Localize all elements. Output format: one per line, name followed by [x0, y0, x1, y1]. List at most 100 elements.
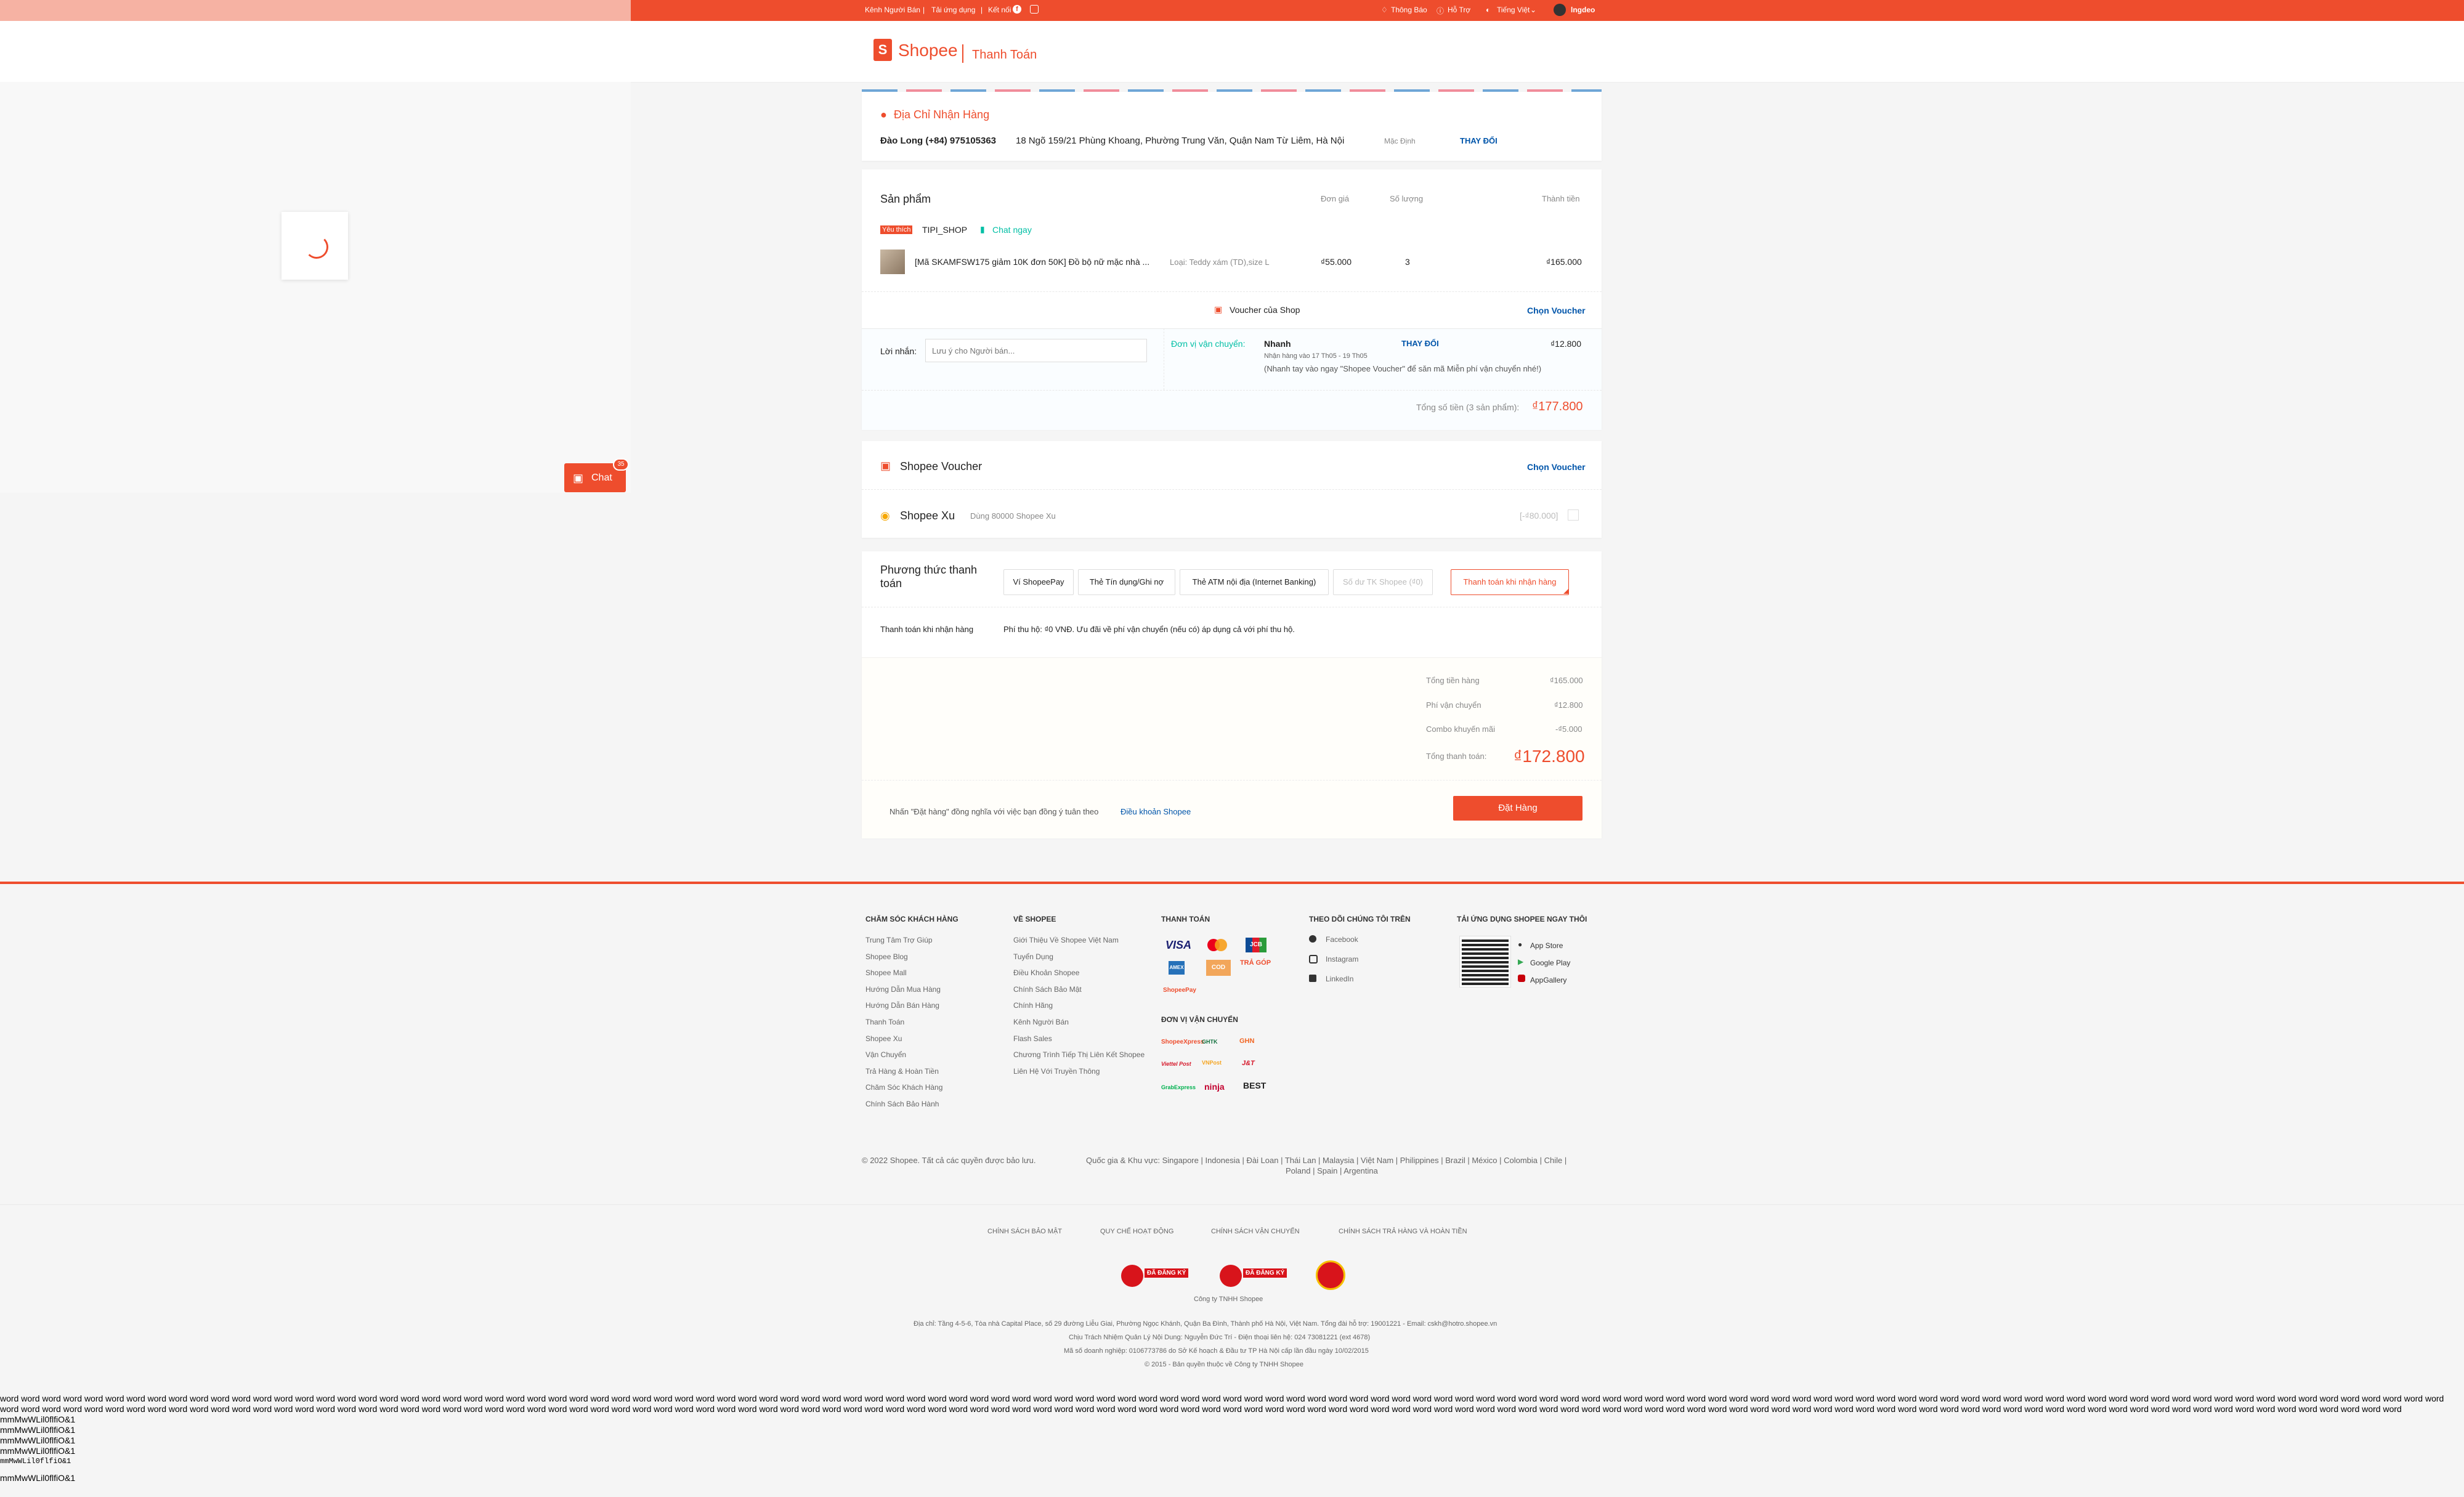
instagram-icon[interactable]	[1030, 5, 1039, 14]
change-shipping-button[interactable]: THAY ĐỔI	[1401, 339, 1439, 348]
favourite-shop-badge: Yêu thích	[880, 225, 913, 234]
download-app-link[interactable]: Tải ứng dụng	[931, 6, 975, 14]
customer-care-link[interactable]: Shopee Xu	[865, 1034, 902, 1043]
chat-now-button[interactable]: Chat ngay	[992, 225, 1032, 235]
shopee-express-logo: ShopeeXpress	[1161, 1039, 1204, 1045]
divider	[962, 44, 963, 63]
coins-value: [-₫80.000]	[1520, 511, 1558, 521]
merch-total-value: ₫165.000	[1550, 676, 1583, 685]
coins-description: Dùng 80000 Shopee Xu	[970, 511, 1056, 521]
qr-code	[1459, 936, 1511, 988]
shopee-coins-label: Shopee Xu	[900, 509, 955, 522]
divider	[862, 607, 1602, 608]
customer-care-link[interactable]: Thanh Toán	[865, 1018, 904, 1026]
change-address-button[interactable]: THAY ĐỔI	[1460, 136, 1497, 145]
facebook-icon	[1309, 935, 1316, 943]
avatar[interactable]	[1554, 4, 1566, 16]
customer-care-link[interactable]: Trung Tâm Trợ Giúp	[865, 936, 933, 944]
shipping-label: Đơn vị vận chuyển:	[1171, 339, 1246, 349]
message-input[interactable]	[925, 339, 1147, 362]
customer-care-link[interactable]: Chính Sách Bảo Hành	[865, 1100, 939, 1108]
about-shopee-link[interactable]: Chính Hãng	[1013, 1001, 1053, 1010]
customer-care-link[interactable]: Shopee Blog	[865, 952, 908, 961]
business-registration: Mã số doanh nghiệp: 0106773786 do Sở Kế …	[1064, 1347, 1369, 1355]
shipping-eta: Nhận hàng vào 17 Th05 - 19 Th05	[1264, 352, 1368, 360]
grab-express-logo: GrabExpress	[1161, 1084, 1196, 1090]
copyright-line: © 2015 - Bản quyền thuộc về Công ty TNHH…	[1145, 1361, 1304, 1368]
installment-logo: TRẢ GÓP	[1239, 959, 1271, 967]
terms-text: Nhấn "Đặt hàng" đồng nghĩa với việc bạn …	[890, 807, 1099, 816]
shipping-note: (Nhanh tay vào ngay "Shopee Voucher" để …	[1264, 364, 1542, 373]
username[interactable]: lngdeo	[1571, 6, 1595, 14]
app-gallery-icon	[1518, 975, 1525, 982]
seller-channel-link[interactable]: Kênh Người Bán	[865, 6, 920, 14]
payment-method-shopee-balance: Số dư TK Shopee (₫0)	[1333, 569, 1433, 595]
choose-shop-voucher-button[interactable]: Chọn Voucher	[1527, 306, 1586, 315]
merch-total-label: Tổng tiền hàng	[1426, 676, 1480, 685]
address-section-title: Địa Chỉ Nhận Hàng	[894, 108, 990, 121]
choose-platform-voucher-button[interactable]: Chọn Voucher	[1527, 462, 1586, 472]
about-shopee-link[interactable]: Liên Hệ Với Truyền Thông	[1013, 1067, 1100, 1076]
chat-icon: ▮	[980, 224, 985, 234]
checkout-header: S Shopee Thanh Toán	[0, 21, 2464, 83]
about-shopee-link[interactable]: Điều Khoản Shopee	[1013, 968, 1079, 977]
ninja-van-logo: ninja	[1204, 1082, 1225, 1092]
bell-icon: ♢	[1381, 6, 1388, 14]
place-order-button[interactable]: Đặt Hàng	[1453, 796, 1583, 821]
language-selector[interactable]: Tiếng Việt	[1497, 6, 1530, 14]
support-link[interactable]: Hỗ Trợ	[1448, 6, 1470, 14]
linkedin-link[interactable]: LinkedIn	[1326, 975, 1353, 983]
instagram-link[interactable]: Instagram	[1326, 955, 1358, 964]
ghn-logo: GHN	[1239, 1037, 1255, 1045]
about-title: VỀ SHOPEE	[1013, 915, 1056, 923]
payment-method-cod[interactable]: Thanh toán khi nhận hàng	[1451, 569, 1569, 595]
terms-link[interactable]: Điều khoản Shopee	[1121, 807, 1191, 816]
voucher-icon: ▣	[880, 460, 891, 472]
unit-price-header: Đơn giá	[1321, 194, 1350, 203]
facebook-icon[interactable]: f	[1013, 5, 1021, 14]
combo-label: Combo khuyến mãi	[1426, 724, 1495, 734]
shop-name[interactable]: TIPI_SHOP	[922, 225, 967, 235]
customer-care-link[interactable]: Hướng Dẫn Bán Hàng	[865, 1001, 939, 1010]
app-gallery-link[interactable]: AppGallery	[1530, 976, 1566, 984]
copyright: © 2022 Shopee. Tất cả các quyền được bảo…	[862, 1156, 1036, 1165]
mastercard-logo	[1206, 938, 1231, 952]
customer-care-link[interactable]: Chăm Sóc Khách Hàng	[865, 1083, 942, 1092]
payment-method-card[interactable]: Thẻ Tín dụng/Ghi nợ	[1078, 569, 1175, 595]
about-shopee-link[interactable]: Chính Sách Bảo Mật	[1013, 985, 1082, 994]
customer-care-link[interactable]: Hướng Dẫn Mua Hàng	[865, 985, 941, 994]
about-shopee-link[interactable]: Chương Trình Tiếp Thị Liên Kết Shopee	[1013, 1050, 1145, 1059]
quantity-header: Số lượng	[1390, 194, 1424, 203]
about-shopee-link[interactable]: Kênh Người Bán	[1013, 1018, 1069, 1026]
instagram-icon	[1309, 955, 1318, 964]
download-app-title: TẢI ỨNG DỤNG SHOPEE NGAY THÔI	[1457, 915, 1587, 923]
about-shopee-link[interactable]: Flash Sales	[1013, 1034, 1052, 1043]
use-coins-checkbox[interactable]	[1568, 509, 1579, 521]
customer-care-link[interactable]: Trả Hàng & Hoàn Tiền	[865, 1067, 939, 1076]
app-store-link[interactable]: App Store	[1530, 941, 1563, 950]
spinner-icon	[305, 235, 328, 259]
product-quantity: 3	[1405, 257, 1410, 267]
products-section-title: Sản phẩm	[880, 193, 931, 205]
registered-badge: ĐÃ ĐĂNG KÝ	[1121, 1264, 1194, 1288]
privacy-policy-link[interactable]: CHÍNH SÁCH BẢO MẬT	[987, 1228, 1062, 1235]
payment-method-atm[interactable]: Thẻ ATM nội địa (Internet Banking)	[1180, 569, 1329, 595]
divider	[862, 780, 1602, 781]
about-shopee-link[interactable]: Tuyển Dụng	[1013, 952, 1053, 961]
divider	[862, 291, 1602, 293]
return-policy-link[interactable]: CHÍNH SÁCH TRẢ HÀNG VÀ HOÀN TIỀN	[1339, 1228, 1467, 1235]
shopee-bag-icon[interactable]: S	[873, 39, 892, 61]
google-play-link[interactable]: Google Play	[1530, 959, 1570, 967]
apple-icon: ●	[1518, 940, 1523, 949]
payment-method-shopeepay[interactable]: Ví ShopeePay	[1003, 569, 1074, 595]
about-shopee-link[interactable]: Giới Thiệu Về Shopee Việt Nam	[1013, 936, 1119, 944]
cod-logo: COD	[1206, 960, 1231, 976]
shipping-policy-link[interactable]: CHÍNH SÁCH VẬN CHUYỂN	[1211, 1228, 1300, 1235]
notifications-link[interactable]: Thông Báo	[1391, 6, 1427, 14]
operation-rules-link[interactable]: QUY CHẾ HOẠT ĐỘNG	[1100, 1228, 1173, 1235]
debug-words: word word word word word word word word …	[0, 1394, 2444, 1414]
shopee-logo[interactable]: Shopee	[898, 41, 958, 60]
facebook-link[interactable]: Facebook	[1326, 935, 1358, 944]
customer-care-link[interactable]: Shopee Mall	[865, 968, 907, 977]
customer-care-link[interactable]: Vận Chuyển	[865, 1050, 906, 1059]
